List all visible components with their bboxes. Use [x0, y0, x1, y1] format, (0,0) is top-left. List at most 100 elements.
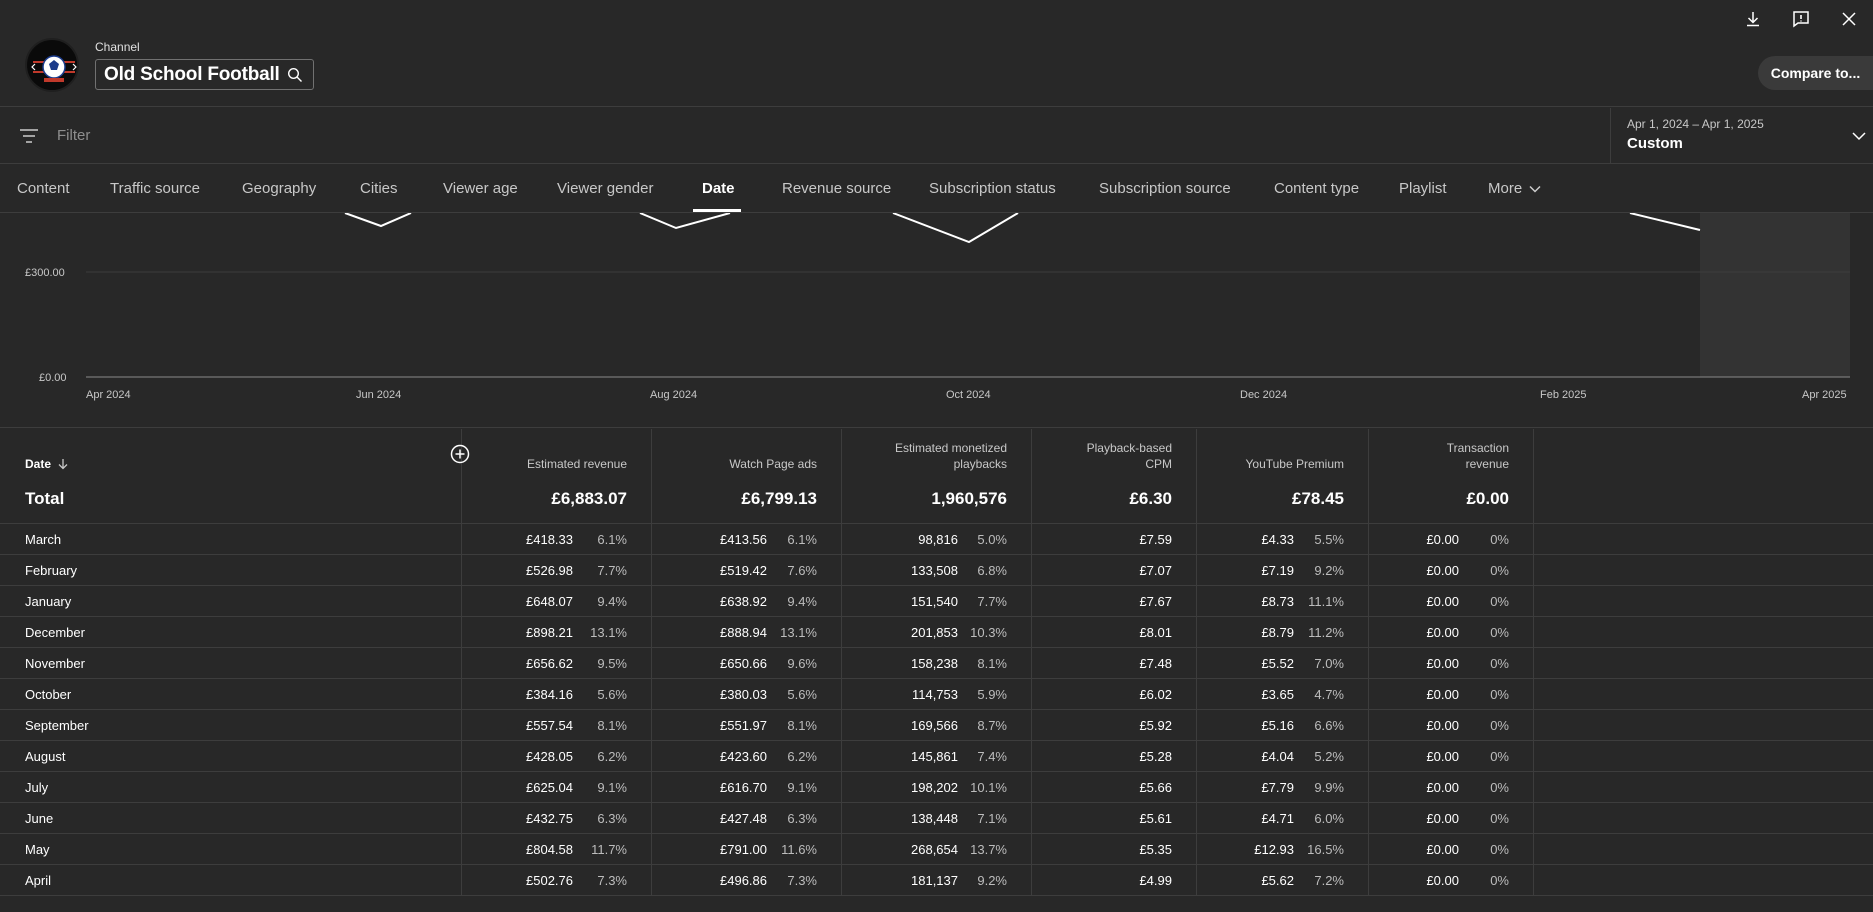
add-metric-icon[interactable] — [450, 444, 470, 464]
row-premium-pct: 9.2% — [1314, 563, 1344, 578]
search-icon[interactable] — [287, 67, 303, 83]
table-header: Date Estimated revenue Watch Page ads Es… — [0, 429, 1873, 477]
tab-subscription-source[interactable]: Subscription source — [1099, 180, 1231, 197]
row-premium: £7.79 — [1261, 780, 1294, 795]
filter-input[interactable]: Filter — [57, 127, 90, 144]
row-transaction: £0.00 — [1426, 532, 1459, 547]
row-playbacks-pct: 7.1% — [977, 811, 1007, 826]
row-revenue-pct: 6.1% — [597, 532, 627, 547]
tab-cities[interactable]: Cities — [360, 180, 398, 197]
header-monetized-playbacks[interactable]: Estimated monetized playbacks — [895, 440, 1007, 472]
row-revenue: £656.62 — [526, 656, 573, 671]
series-line-segment — [1629, 213, 1701, 231]
table-row[interactable]: November £656.62 9.5% £650.66 9.6% 158,2… — [0, 648, 1873, 679]
row-watch-page-ads: £519.42 — [720, 563, 767, 578]
row-watch-page-ads: £650.66 — [720, 656, 767, 671]
chevron-down-icon — [1529, 185, 1541, 193]
sort-arrow-icon — [58, 459, 68, 470]
row-transaction-pct: 0% — [1490, 625, 1509, 640]
row-premium: £7.19 — [1261, 563, 1294, 578]
table-row[interactable]: September £557.54 8.1% £551.97 8.1% 169,… — [0, 710, 1873, 741]
row-revenue-pct: 8.1% — [597, 718, 627, 733]
row-watch-pct: 8.1% — [787, 718, 817, 733]
row-date: July — [25, 780, 49, 795]
filter-icon[interactable] — [19, 128, 39, 144]
row-date: November — [25, 656, 85, 671]
header-watch-page-ads[interactable]: Watch Page ads — [729, 456, 817, 472]
row-watch-page-ads: £380.03 — [720, 687, 767, 702]
table-row[interactable]: March £418.33 6.1% £413.56 6.1% 98,816 5… — [0, 524, 1873, 555]
total-premium: £78.45 — [1292, 489, 1344, 508]
x-tick-label: Dec 2024 — [1240, 389, 1287, 401]
series-line-segment — [892, 213, 1019, 244]
row-watch-pct: 9.4% — [787, 594, 817, 609]
row-revenue: £648.07 — [526, 594, 573, 609]
table-row[interactable]: August £428.05 6.2% £423.60 6.2% 145,861… — [0, 741, 1873, 772]
tab-subscription-status[interactable]: Subscription status — [929, 180, 1056, 197]
table-row[interactable]: May £804.58 11.7% £791.00 11.6% 268,654 … — [0, 834, 1873, 865]
row-cpm: £5.28 — [1139, 749, 1172, 764]
table-row[interactable]: December £898.21 13.1% £888.94 13.1% 201… — [0, 617, 1873, 648]
x-tick-label: Feb 2025 — [1540, 389, 1586, 401]
row-date: April — [25, 873, 52, 888]
row-transaction-pct: 0% — [1490, 532, 1509, 547]
tab-more[interactable]: More — [1488, 180, 1542, 197]
table-row[interactable]: June £432.75 6.3% £427.48 6.3% 138,448 7… — [0, 803, 1873, 834]
tab-date[interactable]: Date — [702, 180, 735, 197]
tab-content-type[interactable]: Content type — [1274, 180, 1359, 197]
table-row[interactable]: January £648.07 9.4% £638.92 9.4% 151,54… — [0, 586, 1873, 617]
table-row[interactable]: April £502.76 7.3% £496.86 7.3% 181,137 … — [0, 865, 1873, 896]
tab-viewer-age[interactable]: Viewer age — [443, 180, 518, 197]
row-premium-pct: 5.5% — [1314, 532, 1344, 547]
row-transaction: £0.00 — [1426, 718, 1459, 733]
table-row[interactable]: February £526.98 7.7% £519.42 7.6% 133,5… — [0, 555, 1873, 586]
date-range-picker[interactable]: Apr 1, 2024 – Apr 1, 2025 Custom — [1610, 108, 1873, 164]
row-transaction: £0.00 — [1426, 594, 1459, 609]
tab-more-label: More — [1488, 180, 1523, 197]
row-playbacks-pct: 7.4% — [977, 749, 1007, 764]
row-playbacks-pct: 9.2% — [977, 873, 1007, 888]
row-watch-pct: 6.3% — [787, 811, 817, 826]
compare-button[interactable]: Compare to... — [1758, 56, 1873, 90]
table-row[interactable]: October £384.16 5.6% £380.03 5.6% 114,75… — [0, 679, 1873, 710]
row-transaction-pct: 0% — [1490, 780, 1509, 795]
header-estimated-revenue[interactable]: Estimated revenue — [527, 456, 627, 472]
row-premium-pct: 5.2% — [1314, 749, 1344, 764]
row-cpm: £5.61 — [1139, 811, 1172, 826]
header-youtube-premium[interactable]: YouTube Premium — [1246, 456, 1345, 472]
tab-content[interactable]: Content — [17, 180, 70, 197]
row-playbacks: 198,202 — [911, 780, 958, 795]
row-revenue-pct: 7.3% — [597, 873, 627, 888]
table-row[interactable]: July £625.04 9.1% £616.70 9.1% 198,202 1… — [0, 772, 1873, 803]
tab-revenue-source[interactable]: Revenue source — [782, 180, 891, 197]
row-transaction: £0.00 — [1426, 656, 1459, 671]
header-transaction-revenue[interactable]: Transaction revenue — [1447, 440, 1509, 472]
date-range-text: Apr 1, 2024 – Apr 1, 2025 — [1627, 117, 1764, 131]
row-watch-page-ads: £496.86 — [720, 873, 767, 888]
row-cpm: £7.07 — [1139, 563, 1172, 578]
tab-viewer-gender[interactable]: Viewer gender — [557, 180, 653, 197]
row-transaction: £0.00 — [1426, 563, 1459, 578]
row-revenue: £428.05 — [526, 749, 573, 764]
chevron-down-icon — [1852, 132, 1866, 141]
row-cpm: £5.66 — [1139, 780, 1172, 795]
row-premium-pct: 7.0% — [1314, 656, 1344, 671]
row-date: March — [25, 532, 62, 547]
tab-geography[interactable]: Geography — [242, 180, 316, 197]
tab-traffic-source[interactable]: Traffic source — [110, 180, 200, 197]
row-premium: £3.65 — [1261, 687, 1294, 702]
row-transaction: £0.00 — [1426, 842, 1459, 857]
total-revenue: £6,883.07 — [551, 489, 627, 508]
row-transaction: £0.00 — [1426, 625, 1459, 640]
date-range-mode: Custom — [1627, 135, 1683, 152]
row-watch-page-ads: £791.00 — [720, 842, 767, 857]
header-playback-cpm[interactable]: Playback-based CPM — [1087, 440, 1172, 472]
metrics-table: Date Estimated revenue Watch Page ads Es… — [0, 429, 1873, 896]
row-transaction-pct: 0% — [1490, 811, 1509, 826]
row-transaction-pct: 0% — [1490, 656, 1509, 671]
channel-selector[interactable]: Old School Football — [95, 59, 314, 90]
header-date[interactable]: Date — [25, 456, 69, 472]
row-watch-pct: 13.1% — [780, 625, 817, 640]
row-revenue: £804.58 — [526, 842, 573, 857]
tab-playlist[interactable]: Playlist — [1399, 180, 1447, 197]
